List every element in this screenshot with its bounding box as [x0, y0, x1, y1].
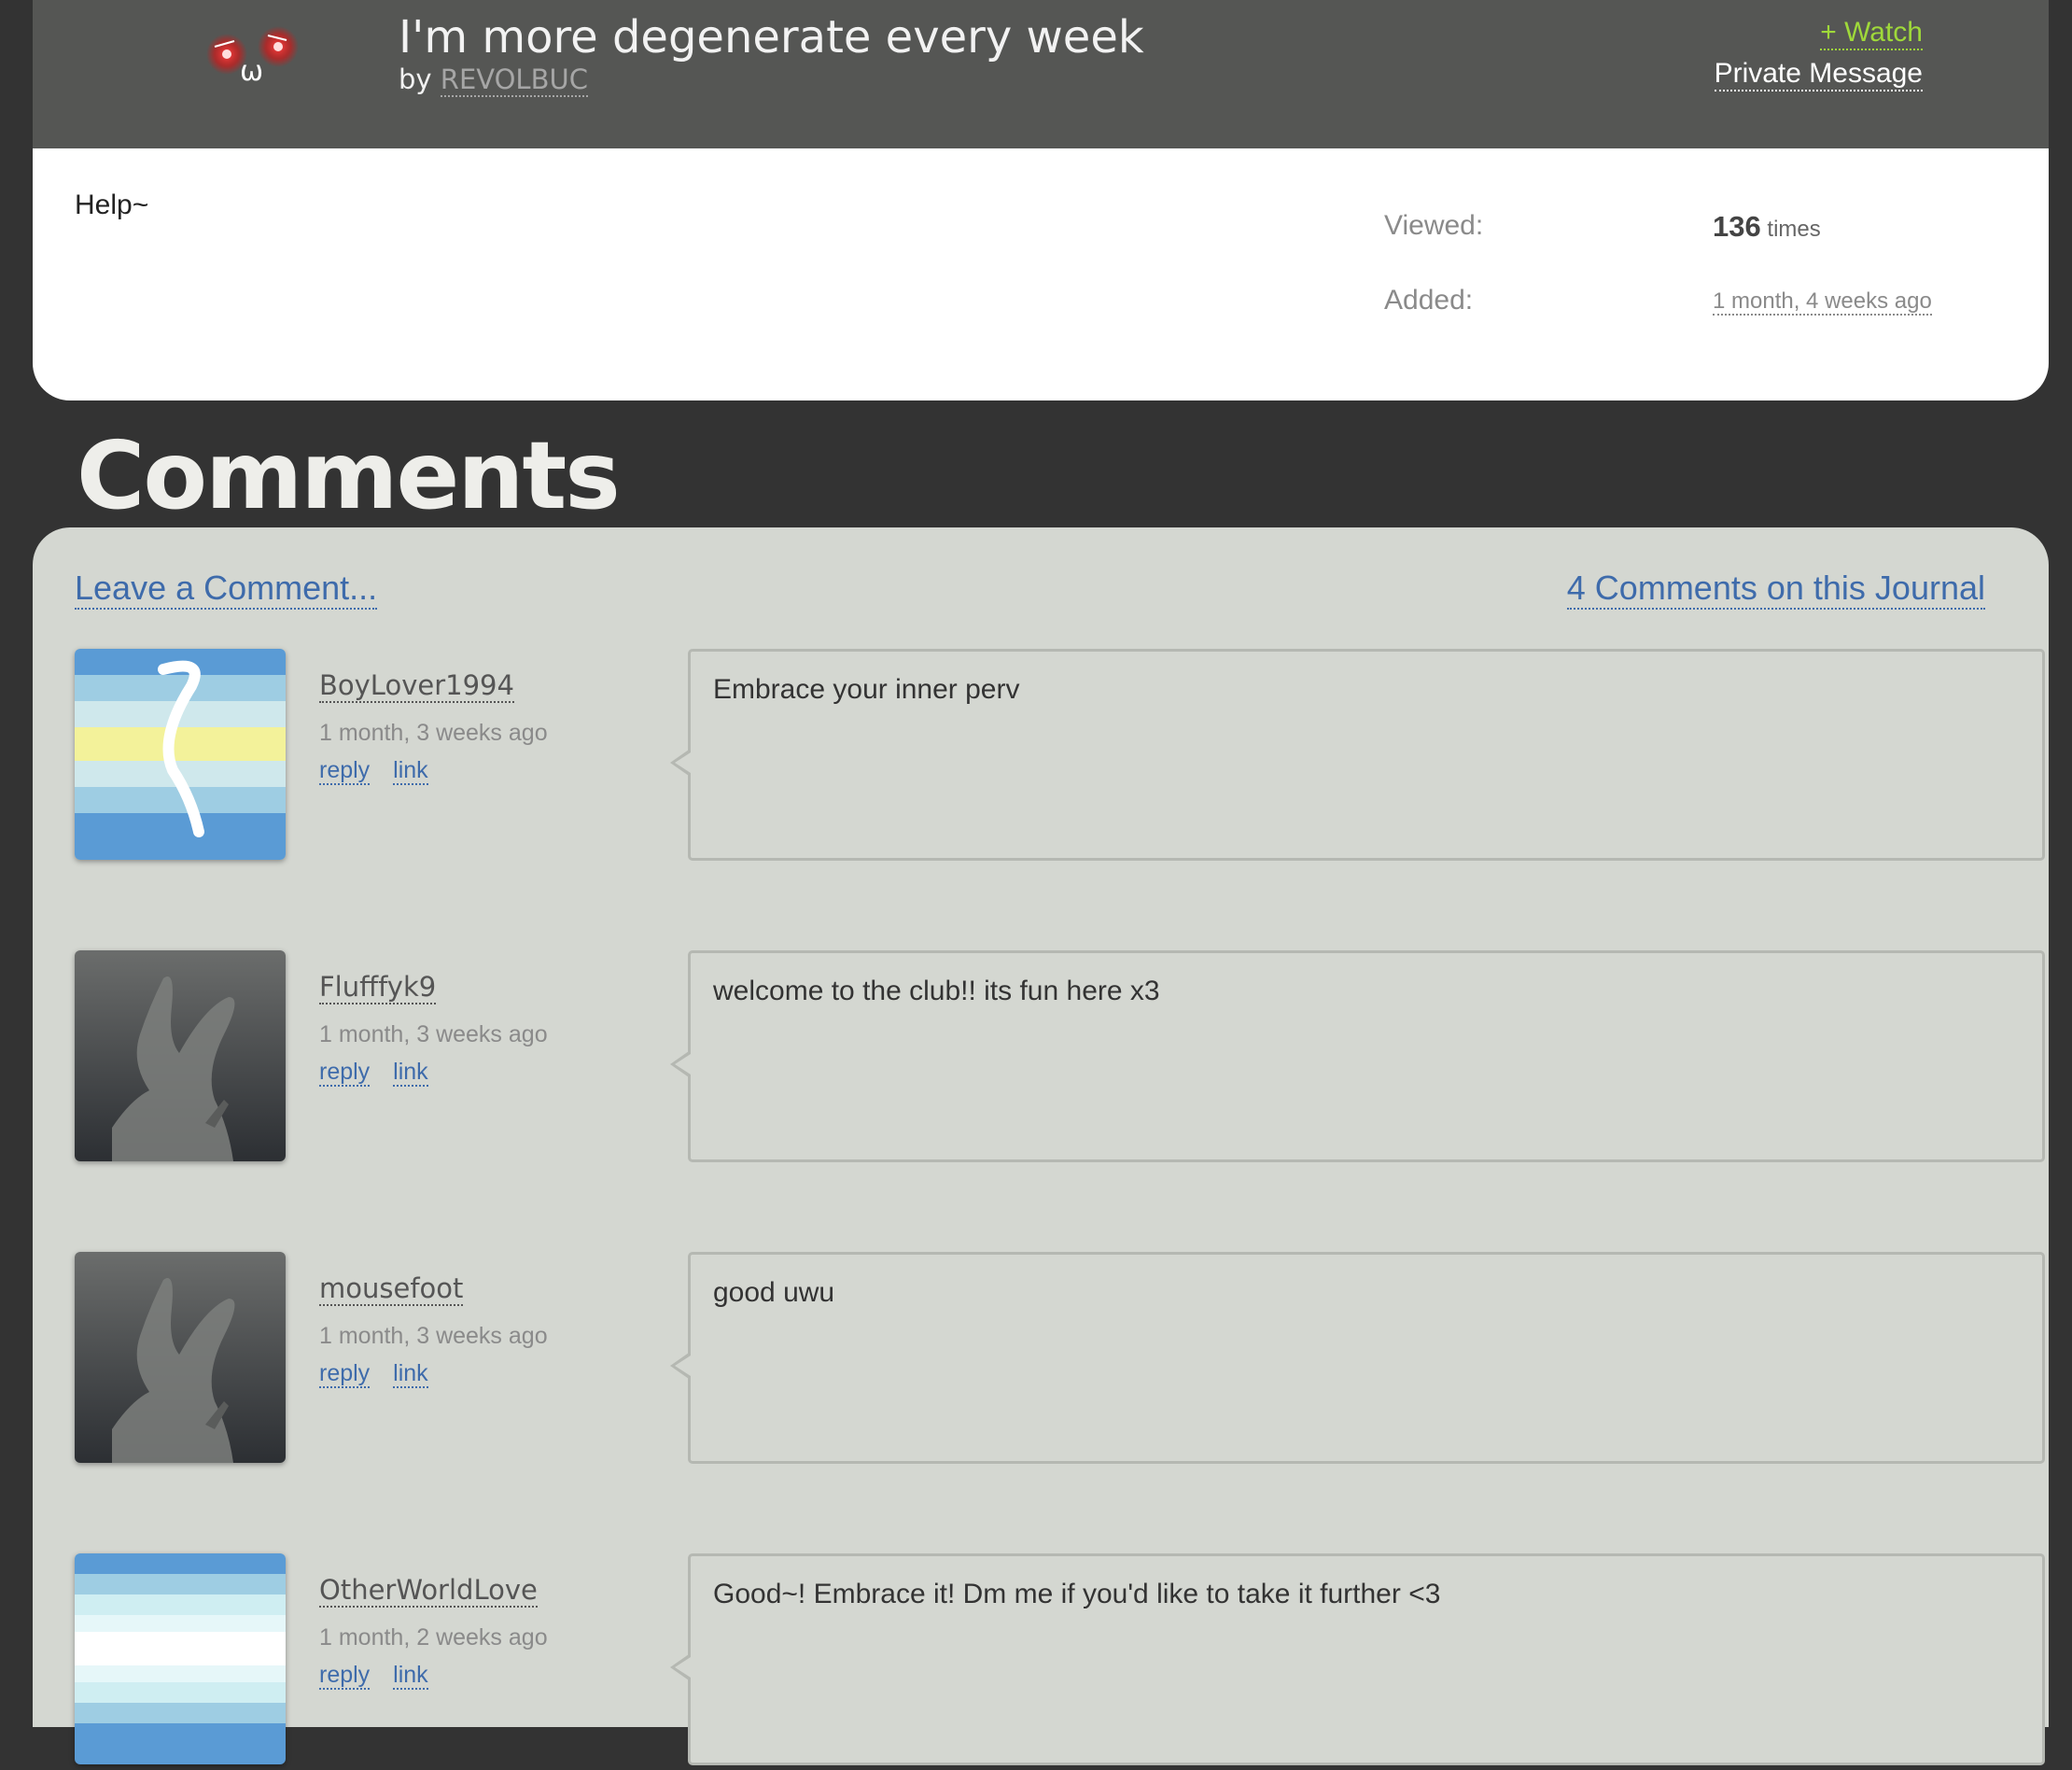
comment-bubble: Embrace your inner perv	[670, 649, 2045, 861]
viewed-count: 136	[1713, 210, 1761, 243]
comments-heading: Comments	[77, 425, 619, 527]
comment-item: Flufffyk9 1 month, 3 weeks ago reply lin…	[75, 950, 2045, 1167]
reply-link[interactable]: reply	[319, 1059, 371, 1087]
added-date: 1 month, 4 weeks ago	[1713, 288, 1932, 316]
leave-comment-link[interactable]: Leave a Comment...	[75, 569, 378, 610]
permalink[interactable]: link	[393, 1662, 428, 1690]
author-avatar-text: ω	[240, 55, 263, 88]
comment-username[interactable]: mousefoot	[319, 1272, 464, 1306]
permalink[interactable]: link	[393, 757, 428, 785]
comment-item: BoyLover1994 1 month, 3 weeks ago reply …	[75, 649, 2045, 865]
viewed-unit: times	[1767, 217, 1821, 242]
reply-link[interactable]: reply	[319, 1662, 371, 1690]
comment-item: mousefoot 1 month, 3 weeks ago reply lin…	[75, 1252, 2045, 1468]
added-label: Added:	[1384, 285, 1474, 316]
comment-text: welcome to the club!! its fun here x3	[713, 976, 1160, 1006]
comment-bubble: welcome to the club!! its fun here x3	[670, 950, 2045, 1162]
viewed-value: 136 times	[1713, 210, 1821, 244]
comment-bubble: good uwu	[670, 1252, 2045, 1464]
comment-actions: reply link	[319, 757, 445, 785]
comment-text: Good~! Embrace it! Dm me if you'd like t…	[713, 1579, 1441, 1609]
journal-header: ω I'm more degenerate every week by REVO…	[33, 0, 2049, 148]
added-value: 1 month, 4 weeks ago	[1713, 288, 1932, 316]
comment-text: Embrace your inner perv	[713, 674, 1020, 705]
comment-date: 1 month, 3 weeks ago	[319, 1021, 548, 1047]
comment-date: 1 month, 3 weeks ago	[319, 720, 548, 746]
comment-bubble: Good~! Embrace it! Dm me if you'd like t…	[670, 1553, 2045, 1765]
journal-text: Help~	[75, 190, 149, 220]
comment-actions: reply link	[319, 1662, 445, 1690]
viewed-label: Viewed:	[1384, 210, 1484, 241]
comment-username[interactable]: OtherWorldLove	[319, 1574, 538, 1608]
default-avatar-icon[interactable]	[75, 1252, 286, 1463]
comment-date: 1 month, 3 weeks ago	[319, 1323, 548, 1349]
comments-panel: Leave a Comment... 4 Comments on this Jo…	[33, 527, 2049, 1765]
comment-date: 1 month, 2 weeks ago	[319, 1624, 548, 1651]
by-label: by	[399, 63, 432, 95]
author-avatar-icon[interactable]: ω	[163, 7, 350, 91]
comment-text: good uwu	[713, 1277, 835, 1308]
flag-avatar-icon[interactable]	[75, 649, 286, 860]
flag-avatar-icon[interactable]	[75, 1553, 286, 1764]
private-message-button[interactable]: Private Message	[1714, 58, 1923, 91]
comment-actions: reply link	[319, 1360, 445, 1388]
comment-username[interactable]: BoyLover1994	[319, 669, 514, 703]
reply-link[interactable]: reply	[319, 1360, 371, 1388]
default-avatar-icon[interactable]	[75, 950, 286, 1161]
journal-body: Help~ Viewed: 136 times Added: 1 month, …	[33, 148, 2049, 400]
comment-username[interactable]: Flufffyk9	[319, 971, 437, 1004]
watch-button[interactable]: + Watch	[1820, 17, 1923, 50]
page-title: I'm more degenerate every week	[399, 11, 1144, 63]
permalink[interactable]: link	[393, 1360, 428, 1388]
permalink[interactable]: link	[393, 1059, 428, 1087]
comment-item: OtherWorldLove 1 month, 2 weeks ago repl…	[75, 1553, 2045, 1770]
author-link[interactable]: REVOLBUC	[440, 63, 588, 97]
comment-count-link[interactable]: 4 Comments on this Journal	[1566, 569, 1985, 610]
comment-actions: reply link	[319, 1059, 445, 1087]
reply-link[interactable]: reply	[319, 757, 371, 785]
byline: by REVOLBUC	[399, 63, 588, 97]
